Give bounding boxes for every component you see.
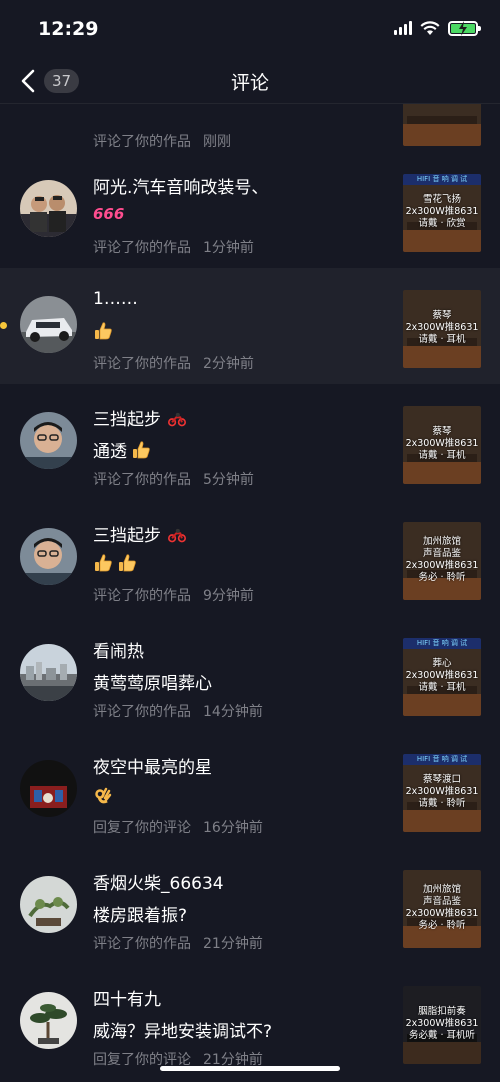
video-thumbnail[interactable]: HIFI 音 响 调 试 葬心 2x300W推8631 请戴 · 耳机 — [403, 638, 481, 716]
motorcycle-icon — [168, 412, 187, 427]
battery-icon — [448, 20, 481, 36]
list-item[interactable]: 看闹热 黄莺莺原唱葬心 评论了你的作品 14分钟前 HIFI 音 响 调 试 葬心… — [0, 616, 500, 732]
item-action: 评论了你的作品 — [93, 356, 191, 372]
username[interactable]: 四十有九 — [93, 985, 161, 1010]
item-time: 16分钟前 — [203, 820, 263, 836]
wifi-icon — [420, 21, 440, 35]
video-thumbnail[interactable]: 加州旅馆 声音品鉴 2x300W推8631 务必 · 聆听 — [403, 522, 481, 600]
thumb-banner: HIFI 音 响 调 试 — [403, 754, 481, 765]
video-thumbnail[interactable]: 胭脂扣前奏 2x300W推8631 务必戴 · 耳机听 — [403, 986, 481, 1064]
item-meta: 评论了你的作品 21分钟前 — [93, 933, 263, 953]
item-time: 刚刚 — [203, 134, 231, 150]
comment-content: 黄莺莺原唱葬心 — [93, 674, 212, 694]
avatar[interactable] — [20, 412, 77, 469]
avatar[interactable] — [20, 992, 77, 1049]
item-action: 评论了你的作品 — [93, 704, 191, 720]
thumb-banner: HIFI 音 响 调 试 — [403, 174, 481, 185]
unread-dot — [0, 322, 7, 329]
comment-list: 评论了你的作品 刚刚 阿光.汽车音响改装号、 666 评论了你的作品 1分钟前 HI… — [0, 104, 500, 1082]
list-item[interactable]: 夜空中最亮的星 回复了你的评论 16分钟前 HIFI 音 响 调 试 蔡琴渡口 2x… — [0, 732, 500, 848]
thumb-caption: 蔡琴 2x300W推8631 请戴 · 耳机 — [405, 310, 479, 345]
item-time: 21分钟前 — [203, 936, 263, 952]
thumb-caption: 雪花飞扬 2x300W推8631 请戴 · 欣赏 — [405, 194, 479, 229]
video-thumbnail[interactable]: HIFI 音 响 调 试 蔡琴渡口 2x300W推8631 请戴 · 聆听 — [403, 754, 481, 832]
item-time: 9分钟前 — [203, 588, 254, 604]
item-meta: 回复了你的评论 16分钟前 — [93, 817, 263, 837]
list-item[interactable]: 1…… 评论了你的作品 2分钟前 蔡琴 2x300W推8631 请戴 · 耳机 — [0, 268, 500, 384]
comment-content — [93, 553, 137, 573]
username[interactable]: 三挡起步 — [93, 521, 187, 546]
signal-icon — [394, 21, 412, 35]
video-thumbnail[interactable]: HIFI 音 响 调 试 雪花飞扬 2x300W推8631 请戴 · 欣赏 — [403, 174, 481, 252]
item-action: 评论了你的作品 — [93, 588, 191, 604]
avatar[interactable] — [20, 760, 77, 817]
item-meta: 评论了你的作品 9分钟前 — [93, 585, 254, 605]
emoji-666: 666 — [93, 205, 125, 223]
comment-content: 通透 — [93, 437, 151, 462]
avatar[interactable] — [20, 296, 77, 353]
video-thumbnail[interactable]: 加州旅馆 声音品鉴 2x300W推8631 务必 · 聆听 — [403, 870, 481, 948]
item-action: 评论了你的作品 — [93, 472, 191, 488]
thumb-banner: HIFI 音 响 调 试 — [403, 638, 481, 649]
nav-bar: 37 评论 — [0, 58, 500, 104]
avatar[interactable] — [20, 876, 77, 933]
thumb-caption: 葬心 2x300W推8631 请戴 · 耳机 — [405, 658, 479, 693]
status-bar: 12:29 — [0, 0, 500, 58]
list-item[interactable]: 阿光.汽车音响改装号、 666 评论了你的作品 1分钟前 HIFI 音 响 调 试… — [0, 152, 500, 268]
username[interactable]: 阿光.汽车音响改装号、 — [93, 173, 268, 198]
item-action: 回复了你的评论 — [93, 820, 191, 836]
thumbs-up-icon — [95, 322, 112, 340]
thumb-caption: 胭脂扣前奏 2x300W推8631 务必戴 · 耳机听 — [405, 1006, 479, 1041]
comment-content — [93, 785, 113, 805]
avatar[interactable] — [20, 644, 77, 701]
status-time: 12:29 — [38, 18, 99, 40]
home-indicator — [160, 1066, 340, 1071]
thumb-caption: 蔡琴 2x300W推8631 请戴 · 耳机 — [405, 426, 479, 461]
thumb-caption: 加州旅馆 声音品鉴 2x300W推8631 务必 · 聆听 — [405, 536, 479, 583]
thumb-caption: 加州旅馆 声音品鉴 2x300W推8631 务必 · 聆听 — [405, 884, 479, 931]
list-item[interactable]: 三挡起步 评论了你的作品 9分钟前 加州旅馆 声音品鉴 2x300W推8631 务必 ·… — [0, 500, 500, 616]
comment-content — [93, 321, 113, 341]
username[interactable]: 1…… — [93, 289, 138, 309]
item-meta: 评论了你的作品 1分钟前 — [93, 237, 254, 257]
item-time: 14分钟前 — [203, 704, 263, 720]
item-meta: 评论了你的作品 5分钟前 — [93, 469, 254, 489]
comment-content: 666 — [93, 205, 124, 223]
item-meta: 评论了你的作品 刚刚 — [93, 131, 231, 151]
video-thumbnail[interactable]: 蔡琴 2x300W推8631 请戴 · 耳机 — [403, 290, 481, 368]
username[interactable]: 香烟火柴_66634 — [93, 869, 224, 894]
item-time: 1分钟前 — [203, 240, 254, 256]
list-item[interactable]: 三挡起步 通透 评论了你的作品 5分钟前 蔡琴 2x300W推8631 请戴 · 耳机 — [0, 384, 500, 500]
motorcycle-icon — [168, 528, 187, 543]
avatar[interactable] — [20, 180, 77, 237]
thumb-caption: 蔡琴渡口 2x300W推8631 请戴 · 聆听 — [405, 774, 479, 809]
username[interactable]: 三挡起步 — [93, 405, 187, 430]
thumbs-up-icon — [95, 554, 112, 572]
item-action: 评论了你的作品 — [93, 240, 191, 256]
comment-content: 威海？异地安装调试不? — [93, 1022, 273, 1042]
item-action: 评论了你的作品 — [93, 936, 191, 952]
thumbs-up-icon — [133, 440, 150, 458]
comment-content: 楼房跟着振? — [93, 906, 188, 926]
username[interactable]: 夜空中最亮的星 — [93, 753, 212, 778]
ok-hand-icon — [95, 787, 112, 804]
list-item[interactable]: 香烟火柴_66634 楼房跟着振? 评论了你的作品 21分钟前 加州旅馆 声音品鉴 2… — [0, 848, 500, 964]
thumbs-up-icon — [119, 554, 136, 572]
item-meta: 评论了你的作品 2分钟前 — [93, 353, 254, 373]
avatar[interactable] — [20, 528, 77, 585]
video-thumbnail[interactable] — [403, 104, 481, 146]
item-time: 2分钟前 — [203, 356, 254, 372]
page-title: 评论 — [230, 72, 269, 94]
username[interactable]: 看闹热 — [93, 637, 144, 662]
item-action: 评论了你的作品 — [93, 134, 191, 150]
video-thumbnail[interactable]: 蔡琴 2x300W推8631 请戴 · 耳机 — [403, 406, 481, 484]
status-icons — [394, 20, 481, 36]
item-meta: 评论了你的作品 14分钟前 — [93, 701, 263, 721]
list-item[interactable]: 四十有九 威海？异地安装调试不? 回复了你的评论 21分钟前 胭脂扣前奏 2x300… — [0, 964, 500, 1080]
item-time: 5分钟前 — [203, 472, 254, 488]
